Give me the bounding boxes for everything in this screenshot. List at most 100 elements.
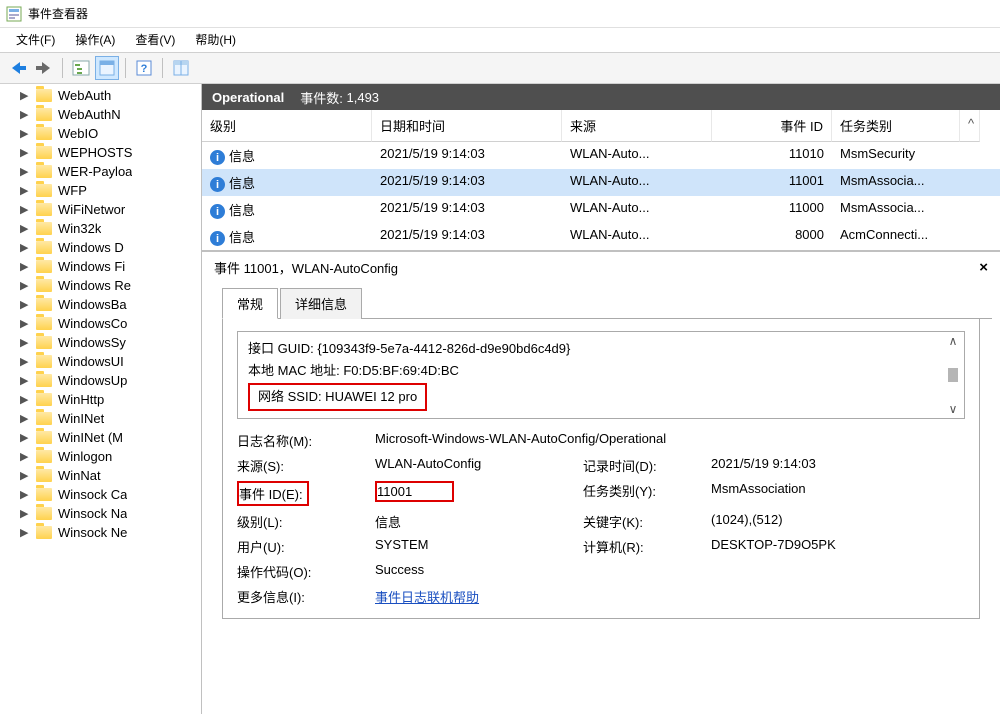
chevron-right-icon[interactable]: ▶: [20, 393, 28, 406]
event-row[interactable]: i信息 2021/5/19 9:14:03 WLAN-Auto... 11010…: [202, 142, 1000, 169]
chevron-right-icon[interactable]: ▶: [20, 450, 28, 463]
nav-back-button[interactable]: [6, 56, 30, 80]
chevron-right-icon[interactable]: ▶: [20, 298, 28, 311]
menu-action[interactable]: 操作(A): [65, 28, 125, 52]
tree-item[interactable]: ▶WebAuth: [0, 86, 201, 105]
chevron-right-icon[interactable]: ▶: [20, 336, 28, 349]
folder-icon: [36, 355, 52, 368]
chevron-right-icon[interactable]: ▶: [20, 184, 28, 197]
event-row[interactable]: i信息 2021/5/19 9:14:03 WLAN-Auto... 11000…: [202, 196, 1000, 223]
desc-line-mac: 本地 MAC 地址: F0:D5:BF:69:4D:BC: [248, 360, 940, 382]
cell-level: 信息: [229, 203, 255, 218]
folder-icon: [36, 146, 52, 159]
desc-scrollbar[interactable]: ∧ ∨: [944, 334, 962, 416]
tree-item[interactable]: ▶ WiFiNetwor: [0, 200, 201, 219]
folder-icon: [36, 431, 52, 444]
toolbar-divider: [62, 58, 63, 78]
menu-help[interactable]: 帮助(H): [185, 28, 246, 52]
chevron-right-icon[interactable]: ▶: [20, 526, 28, 539]
nav-forward-button[interactable]: [32, 56, 56, 80]
svg-text:?: ?: [141, 63, 148, 75]
show-tree-button[interactable]: [69, 56, 93, 80]
chevron-right-icon[interactable]: ▶: [20, 507, 28, 520]
tree-item-label: WinHttp: [58, 392, 104, 407]
event-row[interactable]: i信息 2021/5/19 9:14:03 WLAN-Auto... 11001…: [202, 169, 1000, 196]
toolbar: ?: [0, 52, 1000, 84]
event-row[interactable]: i信息 2021/5/19 9:14:03 WLAN-Auto... 8000 …: [202, 223, 1000, 250]
tree-item-label: WindowsBa: [58, 297, 127, 312]
properties-button[interactable]: [95, 56, 119, 80]
chevron-right-icon[interactable]: ▶: [20, 108, 28, 121]
navigation-tree[interactable]: ▶WebAuth ▶WebAuthN ▶ WebIO ▶WEPHOSTS ▶WER…: [0, 84, 202, 714]
view-columns-button[interactable]: [169, 56, 193, 80]
col-source[interactable]: 来源: [562, 110, 712, 142]
tree-item[interactable]: ▶WinNat: [0, 466, 201, 485]
col-category[interactable]: 任务类别: [832, 110, 960, 142]
tree-item-label: Win32k: [58, 221, 101, 236]
col-event-id[interactable]: 事件 ID: [712, 110, 832, 142]
scroll-down-icon[interactable]: ∨: [949, 402, 958, 416]
tree-item-label: WiFiNetwor: [58, 202, 125, 217]
chevron-right-icon[interactable]: ▶: [20, 260, 28, 273]
tree-item[interactable]: ▶WebAuthN: [0, 105, 201, 124]
tree-item[interactable]: ▶WindowsSy: [0, 333, 201, 352]
tree-item[interactable]: ▶WindowsUI: [0, 352, 201, 371]
tree-item[interactable]: ▶WindowsUp: [0, 371, 201, 390]
chevron-right-icon[interactable]: ▶: [20, 241, 28, 254]
tree-item[interactable]: ▶Windows D: [0, 238, 201, 257]
tree-item[interactable]: ▶ WindowsBa: [0, 295, 201, 314]
tree-item[interactable]: ▶ Win32k: [0, 219, 201, 238]
more-info-link[interactable]: 事件日志联机帮助: [375, 590, 479, 605]
tab-general[interactable]: 常规: [222, 288, 278, 319]
tree-item[interactable]: ▶ WinHttp: [0, 390, 201, 409]
menu-file[interactable]: 文件(F): [6, 28, 65, 52]
tree-item[interactable]: ▶Windows Fi: [0, 257, 201, 276]
cell-source: WLAN-Auto...: [562, 169, 712, 196]
chevron-right-icon[interactable]: ▶: [20, 317, 28, 330]
tree-item[interactable]: ▶WFP: [0, 181, 201, 200]
chevron-right-icon[interactable]: ▶: [20, 203, 28, 216]
tree-item[interactable]: ▶WEPHOSTS: [0, 143, 201, 162]
chevron-right-icon[interactable]: ▶: [20, 279, 28, 292]
tab-details[interactable]: 详细信息: [280, 288, 362, 319]
tree-item[interactable]: ▶WinINet (M: [0, 428, 201, 447]
chevron-right-icon[interactable]: ▶: [20, 374, 28, 387]
tree-item-label: WebIO: [58, 126, 98, 141]
description-box[interactable]: 接口 GUID: {109343f9-5e7a-4412-826d-d9e90b…: [237, 331, 965, 419]
main-pane: ▶WebAuth ▶WebAuthN ▶ WebIO ▶WEPHOSTS ▶WER…: [0, 84, 1000, 714]
tree-item[interactable]: ▶WindowsCo: [0, 314, 201, 333]
close-button[interactable]: ×: [975, 259, 992, 276]
content-pane: Operational 事件数: 1,493 级别 日期和时间 来源 事件 ID…: [202, 84, 1000, 714]
chevron-right-icon[interactable]: ▶: [20, 222, 28, 235]
event-list-body[interactable]: i信息 2021/5/19 9:14:03 WLAN-Auto... 11010…: [202, 142, 1000, 250]
chevron-right-icon[interactable]: ▶: [20, 165, 28, 178]
tree-item[interactable]: ▶ WebIO: [0, 124, 201, 143]
tree-item[interactable]: ▶Winsock Ne: [0, 523, 201, 542]
menu-view[interactable]: 查看(V): [125, 28, 185, 52]
cell-datetime: 2021/5/19 9:14:03: [372, 196, 562, 223]
cell-cat: MsmSecurity: [832, 142, 960, 169]
tree-item[interactable]: ▶WinINet: [0, 409, 201, 428]
val-keywords: (1024),(512): [711, 512, 921, 531]
col-datetime[interactable]: 日期和时间: [372, 110, 562, 142]
chevron-right-icon[interactable]: ▶: [20, 431, 28, 444]
chevron-right-icon[interactable]: ▶: [20, 488, 28, 501]
chevron-right-icon[interactable]: ▶: [20, 412, 28, 425]
tree-item[interactable]: ▶Winsock Ca: [0, 485, 201, 504]
info-icon: i: [210, 204, 225, 219]
help-button[interactable]: ?: [132, 56, 156, 80]
scroll-up-icon[interactable]: ∧: [949, 334, 958, 348]
scroll-thumb[interactable]: [948, 368, 958, 382]
chevron-right-icon[interactable]: ▶: [20, 355, 28, 368]
tree-item[interactable]: ▶Winsock Na: [0, 504, 201, 523]
tree-item[interactable]: ▶Windows Re: [0, 276, 201, 295]
scroll-up-icon[interactable]: ^: [960, 110, 980, 142]
tree-item[interactable]: ▶WER-Payloa: [0, 162, 201, 181]
chevron-right-icon[interactable]: ▶: [20, 89, 28, 102]
chevron-right-icon[interactable]: ▶: [20, 146, 28, 159]
detail-body: 接口 GUID: {109343f9-5e7a-4412-826d-d9e90b…: [222, 319, 980, 619]
chevron-right-icon[interactable]: ▶: [20, 127, 28, 140]
tree-item[interactable]: ▶Winlogon: [0, 447, 201, 466]
chevron-right-icon[interactable]: ▶: [20, 469, 28, 482]
col-level[interactable]: 级别: [202, 110, 372, 142]
